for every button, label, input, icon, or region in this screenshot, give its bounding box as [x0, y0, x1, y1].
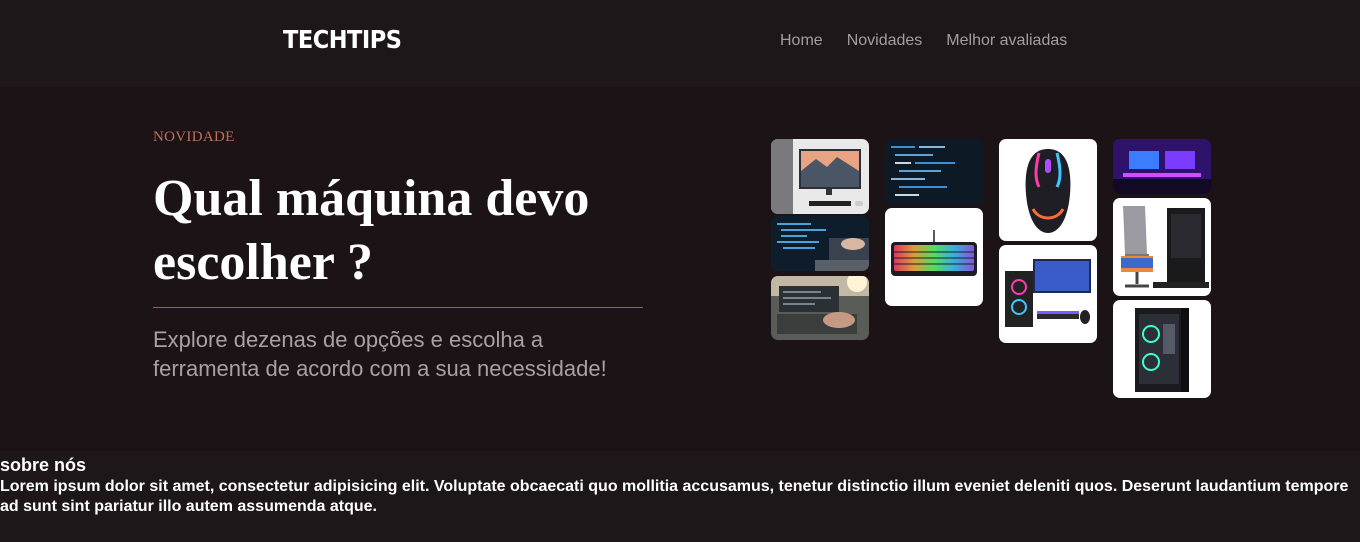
about-section: sobre nós Lorem ipsum dolor sit amet, co…	[0, 451, 1360, 542]
code-screen-photo	[885, 139, 983, 205]
nav-link-novidades[interactable]: Novidades	[847, 31, 923, 51]
nav-link-melhor-avaliadas[interactable]: Melhor avaliadas	[946, 31, 1067, 51]
desktop-monitor-photo	[771, 139, 869, 214]
hero-kicker: NOVIDADE	[153, 129, 235, 145]
gaming-room-photo	[1113, 139, 1211, 194]
about-text: Lorem ipsum dolor sit amet, consectetur …	[0, 478, 1349, 515]
laptop-typing-photo	[771, 276, 869, 340]
nav-link-home[interactable]: Home	[780, 31, 823, 51]
rgb-keyboard-photo	[885, 208, 983, 306]
hero-subtitle: Explore dezenas de opções e escolha a fe…	[153, 327, 607, 381]
main-nav: Home Novidades Melhor avaliadas	[780, 31, 1067, 51]
hero-divider	[153, 307, 643, 308]
hero-title: Qual máquina devo escolher ?	[153, 170, 590, 291]
gaming-mouse-photo	[999, 139, 1097, 241]
code-laptop-photo	[771, 216, 869, 271]
gaming-chair-desk-photo	[1113, 198, 1211, 296]
top-navbar: TECHTIPS Home Novidades Melhor avaliadas	[0, 0, 1360, 87]
gaming-pc-setup-photo	[999, 245, 1097, 343]
pc-tower-photo	[1113, 300, 1211, 398]
site-logo[interactable]: TECHTIPS	[283, 25, 402, 55]
about-heading: sobre nós	[0, 455, 87, 475]
